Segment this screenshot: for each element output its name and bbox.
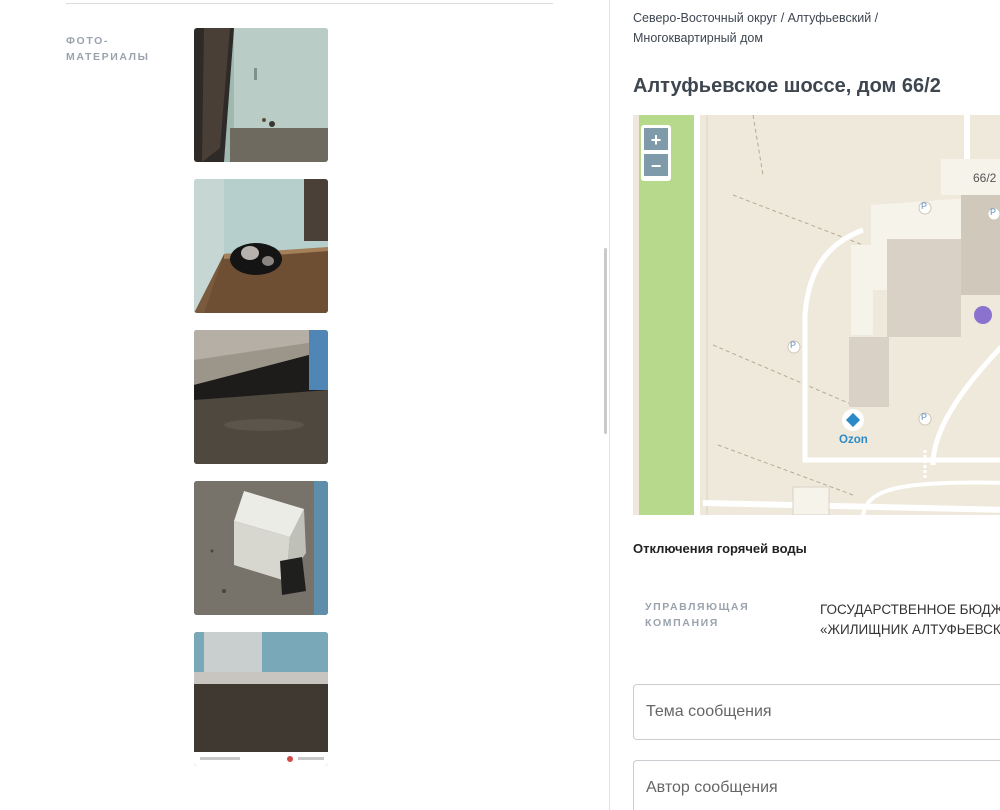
photo-thumbnail-3[interactable] (194, 330, 328, 464)
photo-1-image (194, 28, 328, 162)
author-input[interactable] (634, 761, 1000, 810)
parking-marker: P (990, 207, 997, 217)
breadcrumb-separator: / (874, 11, 879, 25)
page-title: Алтуфьевское шоссе, дом 66/2 (633, 75, 941, 97)
photo-thumbnail-1[interactable] (194, 28, 328, 162)
management-label-line1: УПРАВЛЯЮЩАЯ (645, 601, 750, 613)
management-company-label: УПРАВЛЯЮЩАЯ КОМПАНИЯ (645, 599, 749, 631)
left-panel: ФОТО- МАТЕРИАЛЫ (0, 0, 609, 810)
management-value-line2: «ЖИЛИЩНИК АЛТУФЬЕВСКОГО» (820, 622, 1000, 637)
parking-marker: P (921, 201, 928, 211)
poi-ozon-label[interactable]: Ozon (839, 434, 868, 446)
photo-thumbnail-2[interactable] (194, 179, 328, 313)
photo-thumbnail-5[interactable] (194, 632, 328, 766)
zoom-in-button[interactable]: + (643, 127, 669, 151)
breadcrumb-separator: / (780, 11, 788, 25)
parking-marker: P (921, 412, 928, 422)
breadcrumb-type[interactable]: Многоквартирный дом (633, 31, 763, 45)
house-number-label: 66/2 (973, 171, 997, 185)
management-label-line2: КОМПАНИЯ (645, 617, 719, 629)
photos-label: ФОТО- МАТЕРИАЛЫ (66, 33, 176, 65)
top-divider (66, 3, 553, 4)
parking-marker: P (790, 340, 797, 350)
right-panel: Северо-Восточный округ / Алтуфьевский / … (610, 0, 1000, 810)
breadcrumb: Северо-Восточный округ / Алтуфьевский / … (633, 8, 993, 48)
photo-3-image (194, 330, 328, 464)
photo-thumbnail-4[interactable] (194, 481, 328, 615)
scrollbar-thumb[interactable] (604, 248, 607, 434)
photo-4-image (194, 481, 328, 615)
photo-5-image (194, 632, 328, 766)
map[interactable]: P P P P 66/2 Ozon + − (633, 115, 1000, 515)
breadcrumb-district[interactable]: Алтуфьевский (788, 11, 872, 25)
photos-label-line1: ФОТО- (66, 35, 109, 47)
photos-label-line2: МАТЕРИАЛЫ (66, 51, 150, 63)
photo-2-image (194, 179, 328, 313)
hot-water-outages-heading[interactable]: Отключения горячей воды (633, 541, 807, 556)
author-field (633, 760, 1000, 810)
breadcrumb-okrug[interactable]: Северо-Восточный округ (633, 11, 777, 25)
map-canvas (633, 115, 1000, 515)
zoom-controls: + − (641, 125, 671, 181)
zoom-out-button[interactable]: − (643, 153, 669, 177)
management-company-value: ГОСУДАРСТВЕННОЕ БЮДЖЕТНОЕ «ЖИЛИЩНИК АЛТУ… (820, 600, 1000, 640)
subject-input[interactable] (634, 685, 1000, 739)
subject-field (633, 684, 1000, 740)
management-value-line1: ГОСУДАРСТВЕННОЕ БЮДЖЕТНОЕ (820, 602, 1000, 617)
